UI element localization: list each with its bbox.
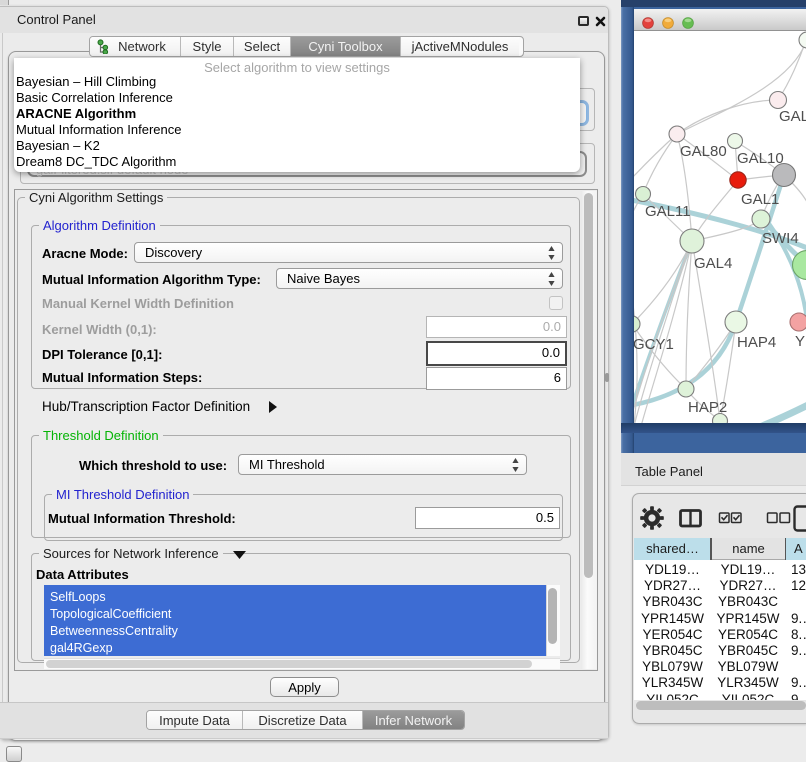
svg-text:SWI4: SWI4	[762, 230, 799, 247]
svg-text:GAL10: GAL10	[737, 150, 784, 167]
svg-text:HAP4: HAP4	[737, 334, 776, 351]
svg-text:GAL4: GAL4	[694, 255, 732, 272]
svg-text:YD: YD	[795, 333, 806, 350]
svg-text:HAP2: HAP2	[688, 399, 727, 416]
svg-text:GAL7: GAL7	[779, 108, 806, 125]
svg-text:GAL80: GAL80	[680, 143, 727, 160]
svg-text:GCY1: GCY1	[634, 336, 674, 353]
svg-text:GAL1: GAL1	[741, 191, 779, 208]
svg-text:GAL11: GAL11	[645, 203, 691, 220]
